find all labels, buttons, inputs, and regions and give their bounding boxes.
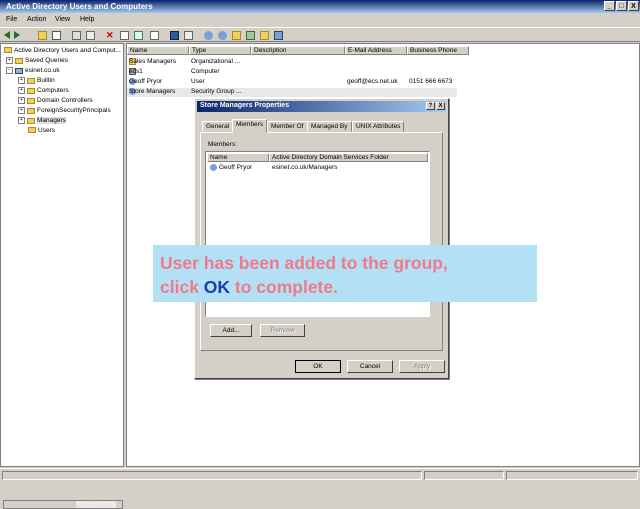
expand-icon[interactable]: + bbox=[18, 97, 25, 104]
tab-members[interactable]: Members bbox=[232, 119, 268, 133]
new-group-icon[interactable] bbox=[218, 31, 227, 40]
column-header-description[interactable]: Description bbox=[251, 46, 345, 55]
menu-file[interactable]: File bbox=[6, 16, 17, 23]
list-item[interactable]: Store Managers Security Group ... bbox=[127, 88, 457, 97]
maximize-button[interactable]: □ bbox=[616, 1, 627, 11]
members-label: Members: bbox=[208, 141, 237, 148]
properties-dialog: Store Managers Properties ? X General Me… bbox=[194, 98, 449, 379]
scrollbar-thumb[interactable] bbox=[76, 501, 116, 508]
status-segment bbox=[424, 471, 504, 480]
console-tree: Active Directory Users and Comput... + Sa… bbox=[0, 43, 124, 509]
apply-button[interactable]: Apply bbox=[399, 360, 445, 373]
show-tree-icon[interactable] bbox=[52, 31, 61, 40]
dialog-close-button[interactable]: X bbox=[436, 102, 445, 110]
list-item[interactable]: Sales Managers Organizational ... bbox=[127, 58, 457, 67]
back-icon[interactable] bbox=[4, 31, 10, 39]
tree-managers[interactable]: + Managers bbox=[18, 117, 66, 125]
column-header-email[interactable]: E-Mail Address bbox=[345, 46, 407, 55]
tab-unix-attributes[interactable]: UNIX Attributes bbox=[352, 121, 405, 132]
window-titlebar: Active Directory Users and Computers _ □… bbox=[0, 0, 640, 13]
menu-bar: File Action View Help bbox=[0, 14, 640, 26]
help-icon[interactable] bbox=[170, 31, 179, 40]
minimize-button[interactable]: _ bbox=[604, 1, 615, 11]
expand-icon[interactable]: + bbox=[18, 77, 25, 84]
find-icon[interactable] bbox=[260, 31, 269, 40]
instruction-callout: User has been added to the group, click … bbox=[153, 245, 537, 302]
export-list-icon[interactable] bbox=[150, 31, 159, 40]
tab-general[interactable]: General bbox=[202, 121, 234, 132]
close-button[interactable]: X bbox=[628, 1, 639, 11]
tab-managed-by[interactable]: Managed By bbox=[307, 121, 352, 132]
properties-icon[interactable] bbox=[120, 31, 129, 40]
expand-icon[interactable]: + bbox=[18, 117, 25, 124]
new-user-icon[interactable] bbox=[204, 31, 213, 40]
tree-root[interactable]: Active Directory Users and Comput... bbox=[4, 47, 121, 54]
expand-icon[interactable]: + bbox=[18, 107, 25, 114]
refresh-icon[interactable] bbox=[134, 31, 143, 40]
menu-view[interactable]: View bbox=[55, 16, 70, 23]
expand-icon[interactable]: + bbox=[6, 57, 13, 64]
tree-computers[interactable]: + Computers bbox=[18, 87, 69, 94]
window-title: Active Directory Users and Computers bbox=[6, 2, 153, 11]
callout-ok-word: OK bbox=[203, 277, 231, 297]
toolbar: ✕ bbox=[0, 27, 640, 42]
expand-icon[interactable]: + bbox=[18, 87, 25, 94]
tree-saved-queries[interactable]: + Saved Queries bbox=[6, 57, 68, 64]
callout-line-1: User has been added to the group, bbox=[160, 253, 448, 273]
user-icon bbox=[210, 164, 217, 171]
forward-icon[interactable] bbox=[14, 31, 20, 39]
add-to-group-icon[interactable] bbox=[274, 31, 283, 40]
tab-member-of[interactable]: Member Of bbox=[267, 121, 308, 132]
tree-domain[interactable]: − esinet.co.uk bbox=[6, 67, 60, 74]
list-item[interactable]: ecs1 Computer bbox=[127, 68, 457, 77]
folder-icon bbox=[27, 107, 35, 114]
up-folder-icon[interactable] bbox=[38, 31, 47, 40]
column-header-name[interactable]: Name bbox=[127, 46, 189, 55]
tree-builtin[interactable]: + Builtin bbox=[18, 77, 55, 84]
dialog-title: Store Managers Properties bbox=[200, 102, 290, 109]
delete-icon[interactable]: ✕ bbox=[106, 31, 115, 40]
console-icon[interactable] bbox=[184, 31, 193, 40]
filter-icon[interactable] bbox=[246, 31, 255, 40]
tree-users[interactable]: Users bbox=[28, 127, 55, 134]
menu-action[interactable]: Action bbox=[27, 16, 46, 23]
dialog-help-button[interactable]: ? bbox=[426, 102, 435, 110]
status-bar bbox=[0, 468, 640, 481]
snapin-icon bbox=[4, 47, 12, 54]
callout-line-2: click OK to complete. bbox=[160, 277, 338, 297]
remove-button[interactable]: Remove bbox=[260, 324, 305, 337]
folder-icon bbox=[27, 117, 35, 124]
status-segment bbox=[2, 471, 422, 480]
menu-help[interactable]: Help bbox=[80, 16, 94, 23]
tree-foreign-security-principals[interactable]: + ForeignSecurityPrincipals bbox=[18, 107, 111, 114]
domain-icon bbox=[15, 67, 23, 74]
cut-icon[interactable] bbox=[72, 31, 81, 40]
copy-icon[interactable] bbox=[86, 31, 95, 40]
new-ou-icon[interactable] bbox=[232, 31, 241, 40]
folder-icon bbox=[27, 87, 35, 94]
tree-horizontal-scrollbar[interactable] bbox=[3, 500, 123, 509]
column-header-type[interactable]: Type bbox=[189, 46, 251, 55]
collapse-icon[interactable]: − bbox=[6, 67, 13, 74]
folder-icon bbox=[27, 77, 35, 84]
members-column-folder[interactable]: Active Directory Domain Services Folder bbox=[269, 153, 428, 162]
folder-icon bbox=[27, 97, 35, 104]
list-item[interactable]: Geoff Pryor User geoff@ecs.net.uk 0151 6… bbox=[127, 78, 457, 87]
cancel-button[interactable]: Cancel bbox=[347, 360, 393, 373]
folder-icon bbox=[15, 57, 23, 64]
dialog-titlebar: Store Managers Properties ? X bbox=[197, 101, 446, 112]
tree-domain-controllers[interactable]: + Domain Controllers bbox=[18, 97, 93, 104]
members-column-name[interactable]: Name bbox=[207, 153, 269, 162]
status-segment bbox=[506, 471, 638, 480]
column-header-phone[interactable]: Business Phone bbox=[407, 46, 469, 55]
add-button[interactable]: Add... bbox=[210, 324, 252, 337]
folder-icon bbox=[28, 127, 36, 134]
ok-button[interactable]: OK bbox=[295, 360, 341, 373]
member-row[interactable]: Geoff Pryor bbox=[210, 164, 252, 171]
member-folder: esinet.co.uk/Managers bbox=[272, 164, 338, 171]
